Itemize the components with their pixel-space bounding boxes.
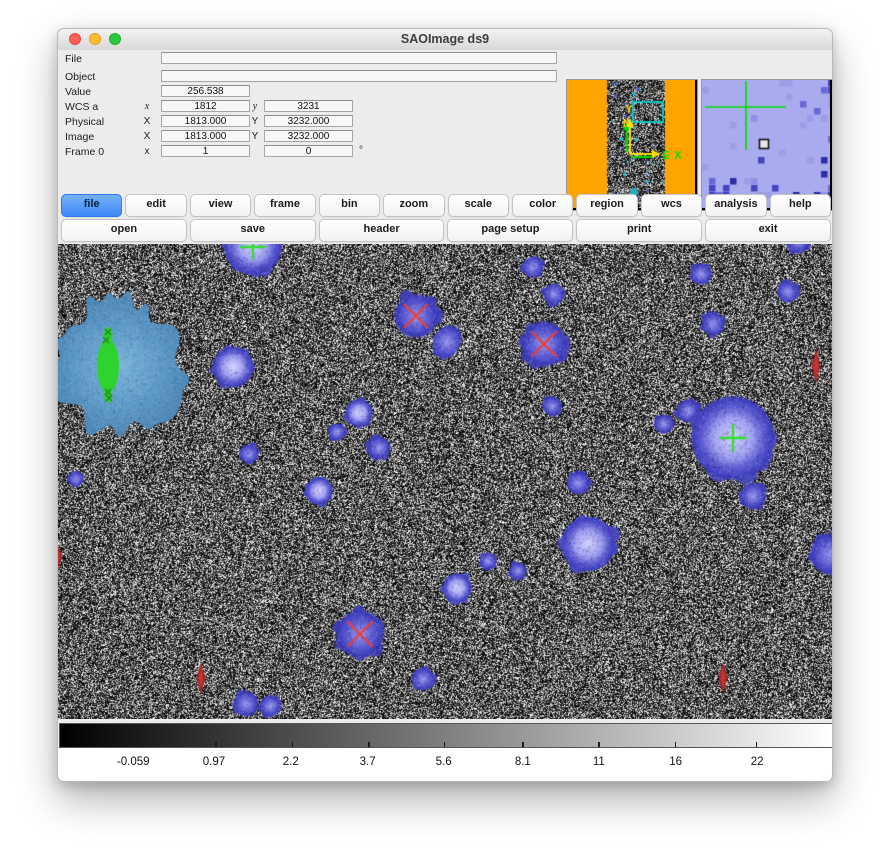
menu-region[interactable]: region <box>576 194 637 217</box>
physical-y-field[interactable] <box>264 115 353 127</box>
title-bar[interactable]: SAOImage ds9 <box>58 29 832 51</box>
info-row-object: Object <box>58 70 563 84</box>
colorbar-gradient[interactable] <box>59 723 833 748</box>
save-button[interactable]: save <box>190 219 316 242</box>
colorbar-tick <box>368 742 370 747</box>
header-button[interactable]: header <box>319 219 445 242</box>
magnifier-panel <box>701 79 833 211</box>
colorbar-tick-label: 5.6 <box>436 756 452 768</box>
print-button[interactable]: print <box>576 219 702 242</box>
axis-label-y: Y <box>248 116 262 127</box>
menu-file[interactable]: file <box>61 194 122 217</box>
wcs-a-y-field[interactable] <box>264 100 353 112</box>
value-field[interactable] <box>161 85 250 97</box>
menu-help[interactable]: help <box>770 194 831 217</box>
info-row-frame-0: Frame 0 x ° <box>58 145 563 159</box>
file-button-bar: opensaveheaderpage setupprintexit <box>58 219 833 243</box>
info-label-wcs-a: WCS a <box>65 101 98 113</box>
panner-canvas[interactable] <box>567 80 695 208</box>
colorbar-tick <box>135 742 137 747</box>
colorbar-tick-label: -0.059 <box>117 756 150 768</box>
info-label-physical: Physical <box>65 116 104 128</box>
info-row-physical: Physical X Y <box>58 115 563 129</box>
colorbar-tick <box>444 742 446 747</box>
colorbar-scale-labels: -0.059 0.97 2.2 3.7 5.6 8.1 11 16 22 <box>58 748 833 782</box>
menu-wcs[interactable]: wcs <box>641 194 702 217</box>
info-label-value: Value <box>65 86 91 98</box>
menu-view[interactable]: view <box>190 194 251 217</box>
colorbar-tick-label: 0.97 <box>203 756 225 768</box>
open-button[interactable]: open <box>61 219 187 242</box>
axis-label-y: Y <box>248 131 262 142</box>
panner-panel <box>566 79 698 211</box>
info-label-file: File <box>65 53 82 65</box>
frame-0-y-field[interactable] <box>264 145 353 157</box>
colorbar-tick <box>215 742 217 747</box>
colorbar-tick <box>292 742 294 747</box>
info-row-file: File <box>58 52 563 66</box>
axis-label-y: y <box>248 101 262 112</box>
menu-bar: fileeditviewframebinzoomscalecolorregion… <box>58 194 833 218</box>
page-setup-button[interactable]: page setup <box>447 219 573 242</box>
axis-label-x: x <box>140 101 154 112</box>
app-window: SAOImage ds9 File Object Value WCS a x y Physi… <box>57 28 833 782</box>
axis-label-x: X <box>140 116 154 127</box>
image-y-field[interactable] <box>264 130 353 142</box>
colorbar-tick-label: 22 <box>751 756 764 768</box>
menu-zoom[interactable]: zoom <box>383 194 444 217</box>
axis-label-x: x <box>140 146 154 157</box>
magnifier-canvas[interactable] <box>702 80 830 208</box>
wcs-a-x-field[interactable] <box>161 100 250 112</box>
colorbar-tick-label: 11 <box>593 756 605 768</box>
physical-x-field[interactable] <box>161 115 250 127</box>
exit-button[interactable]: exit <box>705 219 831 242</box>
info-row-image: Image X Y <box>58 130 563 144</box>
colorbar-tick-label: 3.7 <box>360 756 376 768</box>
colorbar-tick <box>598 742 600 747</box>
info-row-wcs-a: WCS a x y <box>58 100 563 114</box>
colorbar-tick <box>756 742 758 747</box>
colorbar-tick-label: 8.1 <box>515 756 531 768</box>
degree-suffix: ° <box>359 145 363 156</box>
colorbar-tick <box>522 742 524 747</box>
menu-frame[interactable]: frame <box>254 194 315 217</box>
menu-bin[interactable]: bin <box>319 194 380 217</box>
colorbar-tick <box>675 742 677 747</box>
image-x-field[interactable] <box>161 130 250 142</box>
info-label-image: Image <box>65 131 94 143</box>
sky-image-canvas[interactable] <box>58 244 833 719</box>
menu-analysis[interactable]: analysis <box>705 194 766 217</box>
info-label-object: Object <box>65 71 95 83</box>
window-title: SAOImage ds9 <box>58 32 832 46</box>
frame-0-x-field[interactable] <box>161 145 250 157</box>
info-label-frame-0: Frame 0 <box>65 146 104 158</box>
colorbar-tick-label: 16 <box>669 756 682 768</box>
menu-color[interactable]: color <box>512 194 573 217</box>
colorbar-tick-label: 2.2 <box>283 756 299 768</box>
info-row-value: Value <box>58 85 563 99</box>
info-panel: FileObjectValueWCS axyPhysicalXYImageXYF… <box>58 50 833 194</box>
object-field[interactable] <box>161 70 557 82</box>
menu-scale[interactable]: scale <box>448 194 509 217</box>
coordinate-readout: FileObjectValueWCS axyPhysicalXYImageXYF… <box>58 50 563 194</box>
image-display <box>58 244 833 719</box>
menu-edit[interactable]: edit <box>125 194 186 217</box>
axis-label-x: X <box>140 131 154 142</box>
file-field[interactable] <box>161 52 557 64</box>
